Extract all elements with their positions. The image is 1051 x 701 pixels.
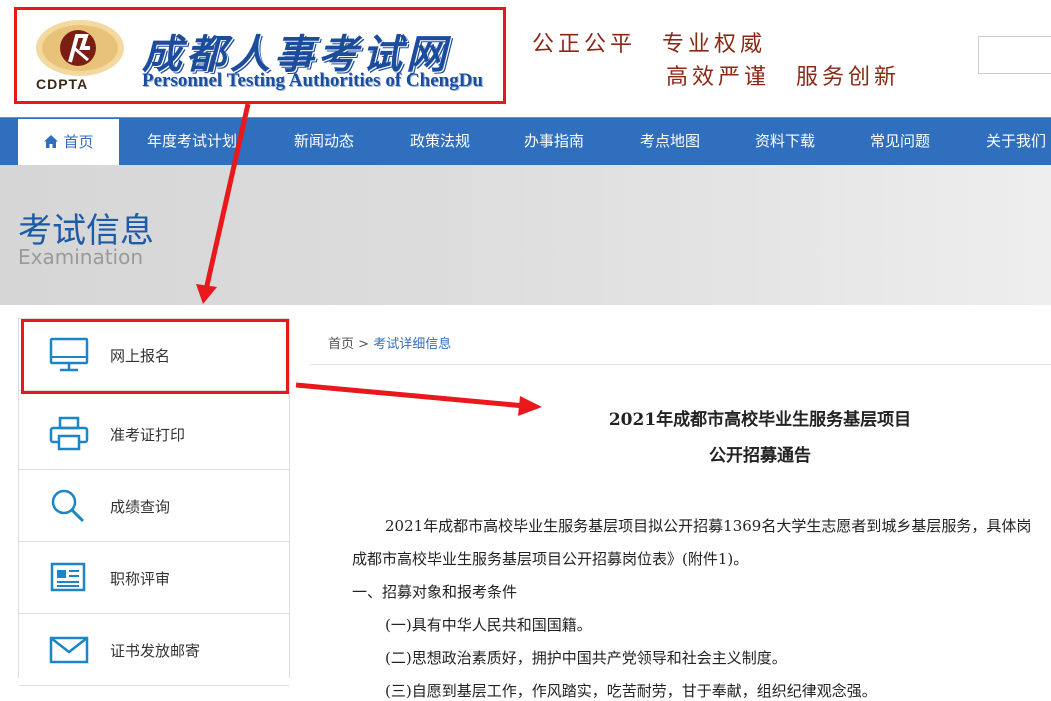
article-paragraph: (三)自愿到基层工作，作风踏实，吃苦耐劳，甘于奉献，组织纪律观念强。 — [385, 682, 877, 700]
nav-item-policies[interactable]: 政策法规 — [390, 118, 490, 165]
monitor-icon — [49, 337, 89, 373]
article-title-line-1: 2021年成都市高校毕业生服务基层项目 — [608, 410, 912, 430]
content-divider — [310, 364, 1051, 365]
nav-item-guide[interactable]: 办事指南 — [504, 118, 604, 165]
article-paragraph: (二)思想政治素质好，拥护中国共产党领导和社会主义制度。 — [385, 649, 787, 667]
article-paragraph: (一)具有中华人民共和国国籍。 — [385, 616, 592, 634]
sidebar-item-label: 准考证打印 — [110, 426, 186, 444]
sidebar-item-score-query[interactable]: 成绩查询 — [19, 470, 289, 542]
nav-item-home[interactable]: 首页 — [18, 119, 119, 165]
nav-item-faq[interactable]: 常见问题 — [850, 118, 950, 165]
article-title-line-2: 公开招募通告 — [709, 446, 811, 466]
sidebar-item-admission-ticket[interactable]: 准考证打印 — [19, 398, 289, 470]
printer-icon — [49, 416, 89, 452]
sidebar-item-certificate-mailing[interactable]: 证书发放邮寄 — [19, 614, 289, 686]
article-section-heading: 一、招募对象和报考条件 — [352, 583, 518, 601]
breadcrumb-current[interactable]: 考试详细信息 — [373, 337, 451, 352]
sidebar-item-label: 网上报名 — [110, 347, 171, 365]
nav-item-downloads[interactable]: 资料下载 — [735, 118, 835, 165]
sidebar-item-online-registration[interactable]: 网上报名 — [19, 319, 289, 391]
logo-abbreviation: CDPTA — [36, 76, 89, 92]
nav-item-about[interactable]: 关于我们 — [966, 118, 1051, 165]
breadcrumb-separator: > — [358, 337, 370, 352]
slogan-line-1: 公正公平 专业权威 — [532, 32, 767, 57]
sidebar: 网上报名 准考证打印 成绩查询 职称评审 证书发放邮寄 — [18, 318, 290, 686]
main-navigation: 首页 年度考试计划 新闻动态 政策法规 办事指南 考点地图 资料下载 常见问题 … — [0, 117, 1051, 165]
document-icon — [49, 560, 89, 596]
sidebar-item-title-review[interactable]: 职称评审 — [19, 542, 289, 614]
nav-item-exam-map[interactable]: 考点地图 — [620, 118, 720, 165]
search-input[interactable] — [978, 36, 1051, 74]
sidebar-item-label: 成绩查询 — [110, 498, 171, 516]
article-title: 2021年成都市高校毕业生服务基层项目 公开招募通告 — [480, 402, 1040, 474]
banner-subtitle: Examination — [18, 245, 144, 269]
home-icon — [43, 121, 59, 168]
site-header: CDPTA 成都人事考试网 Personnel Testing Authorit… — [0, 0, 1051, 115]
nav-item-annual-plan[interactable]: 年度考试计划 — [132, 118, 252, 165]
article-paragraph: 2021年成都市高校毕业生服务基层项目拟公开招募1369名大学生志愿者到城乡基层… — [385, 517, 1032, 535]
page-banner: 考试信息 Examination — [0, 165, 1051, 305]
article-paragraph: 成都市高校毕业生服务基层项目公开招募岗位表》(附件1)。 — [352, 550, 749, 568]
breadcrumb: 首页 > 考试详细信息 — [328, 333, 451, 352]
site-logo[interactable]: CDPTA 成都人事考试网 Personnel Testing Authorit… — [30, 18, 500, 93]
sidebar-item-label: 职称评审 — [110, 570, 171, 588]
slogan-line-2: 高效严谨 服务创新 — [666, 65, 901, 90]
search-icon — [49, 488, 89, 524]
nav-item-news[interactable]: 新闻动态 — [274, 118, 374, 165]
nav-item-label: 首页 — [63, 133, 94, 151]
sidebar-item-label: 证书发放邮寄 — [110, 642, 201, 660]
envelope-icon — [49, 632, 89, 668]
logo-emblem: CDPTA — [30, 18, 130, 93]
breadcrumb-home-link[interactable]: 首页 — [328, 337, 354, 352]
logo-title-english: Personnel Testing Authorities of ChengDu — [142, 70, 483, 91]
